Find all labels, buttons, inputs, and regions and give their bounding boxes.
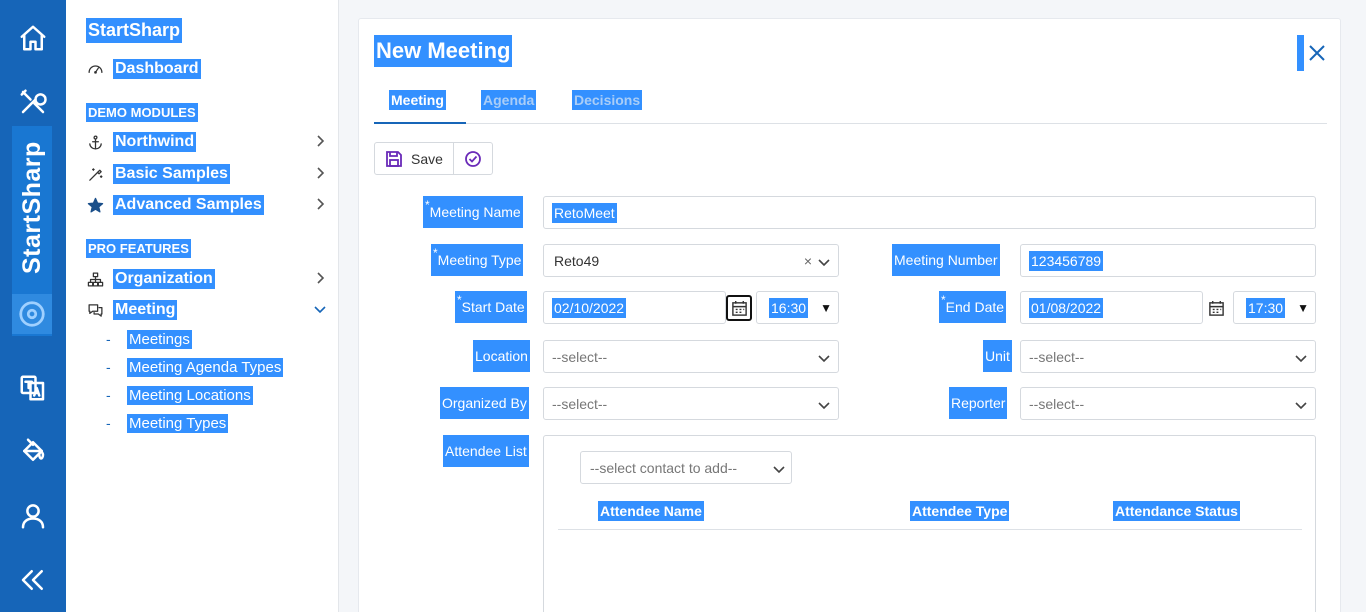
calendar-icon <box>731 300 747 316</box>
chevron-right-icon <box>313 134 327 148</box>
tab-agenda[interactable]: Agenda <box>481 89 537 124</box>
anchor-icon <box>84 131 106 153</box>
sidebar-subitem-meetings[interactable]: - Meetings <box>106 328 192 350</box>
sidebar-subitem-label: Meeting Types <box>127 413 229 433</box>
home-icon[interactable] <box>0 13 66 63</box>
user-icon[interactable] <box>0 491 66 541</box>
chevron-down-icon <box>773 462 785 478</box>
new-meeting-dialog: New Meeting Meeting Agenda Decisions Sav… <box>358 18 1341 612</box>
sidebar-item-meeting[interactable]: Meeting <box>84 298 329 322</box>
sidebar: StartSharp Dashboard DEMO MODULES Northw… <box>66 0 339 612</box>
sidebar-item-advanced-samples[interactable]: Advanced Samples <box>84 193 329 217</box>
attendee-list-panel: --select contact to add-- Attendee Name … <box>543 435 1316 612</box>
sidebar-item-label: Meeting <box>113 300 178 320</box>
location-label: Location <box>473 340 530 372</box>
brand-name: StartSharp <box>17 141 46 275</box>
chevron-down-icon <box>818 351 830 363</box>
dialog-title: New Meeting <box>374 35 513 67</box>
end-date-label: * End Date <box>939 291 1007 323</box>
sidebar-subitem-label: Meetings <box>127 329 192 349</box>
start-date-label: * Start Date <box>455 291 527 323</box>
chevron-down-icon <box>1295 351 1307 363</box>
start-time-select[interactable]: 16:30 ▼ <box>756 291 839 324</box>
magic-wand-icon <box>84 163 106 185</box>
clear-icon[interactable]: × <box>804 253 812 269</box>
apply-button[interactable] <box>452 143 492 174</box>
attendee-table-header: Attendee Name Attendee Type Attendance S… <box>558 498 1302 530</box>
tools-icon[interactable] <box>0 77 66 127</box>
meeting-name-label: * Meeting Name <box>423 196 523 228</box>
collapse-icon[interactable] <box>0 555 66 605</box>
chevron-down-icon <box>818 398 830 410</box>
meeting-number-label: Meeting Number <box>892 244 1000 276</box>
translate-icon[interactable] <box>0 363 66 413</box>
floppy-disk-icon <box>386 150 402 167</box>
toolbar: Save <box>374 142 493 175</box>
tab-decisions[interactable]: Decisions <box>572 89 643 124</box>
check-circle-icon <box>465 150 481 167</box>
sidebar-item-label: Basic Samples <box>113 164 230 184</box>
sidebar-subitem-label: Meeting Agenda Types <box>127 357 284 377</box>
organized-by-select[interactable]: --select-- <box>543 387 839 420</box>
icon-rail: StartSharp <box>0 0 66 612</box>
sidebar-item-label: Dashboard <box>113 59 201 79</box>
end-date-calendar-button[interactable] <box>1203 295 1229 321</box>
sidebar-title: StartSharp <box>86 18 183 43</box>
sidebar-subitem-label: Meeting Locations <box>127 385 253 405</box>
reporter-select[interactable]: --select-- <box>1020 387 1316 420</box>
sidebar-item-label: Advanced Samples <box>113 195 264 215</box>
column-attendee-name[interactable]: Attendee Name <box>598 501 704 521</box>
sidebar-item-label: Organization <box>113 269 215 289</box>
org-chart-icon <box>84 268 106 290</box>
gauge-icon <box>84 58 106 80</box>
meeting-number-input[interactable]: 123456789 <box>1020 244 1316 277</box>
save-button[interactable]: Save <box>375 143 453 174</box>
demo-modules-header: DEMO MODULES <box>86 103 198 122</box>
close-icon <box>1309 45 1325 61</box>
chevron-down-icon <box>1295 398 1307 410</box>
sidebar-item-northwind[interactable]: Northwind <box>84 130 329 154</box>
sidebar-subitem-meeting-types[interactable]: - Meeting Types <box>106 412 229 434</box>
brand-logo-icon <box>12 294 52 334</box>
chevron-right-icon <box>313 197 327 211</box>
column-attendee-type[interactable]: Attendee Type <box>910 501 1010 521</box>
sidebar-item-basic-samples[interactable]: Basic Samples <box>84 162 329 186</box>
sidebar-item-organization[interactable]: Organization <box>84 267 329 291</box>
sidebar-subitem-meeting-locations[interactable]: - Meeting Locations <box>106 384 253 406</box>
calendar-icon <box>1208 300 1224 316</box>
meeting-name-input[interactable]: RetoMeet <box>543 196 1316 229</box>
meeting-type-label: * Meeting Type <box>431 244 524 276</box>
unit-select[interactable]: --select-- <box>1020 340 1316 373</box>
chevron-right-icon <box>313 271 327 285</box>
end-date-input[interactable]: 01/08/2022 <box>1020 291 1203 324</box>
start-date-input[interactable]: 02/10/2022 <box>543 291 726 324</box>
chevron-down-icon <box>313 302 327 316</box>
sidebar-subitem-meeting-agenda-types[interactable]: - Meeting Agenda Types <box>106 356 284 378</box>
star-icon <box>84 194 106 216</box>
tab-bar: Meeting Agenda Decisions <box>374 89 1327 124</box>
close-button[interactable] <box>1297 35 1327 71</box>
paint-bucket-icon[interactable] <box>0 426 66 476</box>
sidebar-item-label: Northwind <box>113 132 197 152</box>
location-select[interactable]: --select-- <box>543 340 839 373</box>
chevron-down-icon <box>818 255 830 267</box>
chat-icon <box>84 299 106 321</box>
column-attendance-status[interactable]: Attendance Status <box>1113 501 1240 521</box>
pro-features-header: PRO FEATURES <box>86 239 191 258</box>
caret-down-icon: ▼ <box>1297 301 1309 315</box>
organized-by-label: Organized By <box>440 387 529 419</box>
unit-label: Unit <box>983 340 1012 372</box>
reporter-label: Reporter <box>949 387 1008 419</box>
end-time-select[interactable]: 17:30 ▼ <box>1233 291 1316 324</box>
attendee-list-label: Attendee List <box>443 435 529 467</box>
start-date-calendar-button[interactable] <box>726 295 752 321</box>
contact-select[interactable]: --select contact to add-- <box>580 451 792 484</box>
meeting-type-select[interactable]: Reto49 × <box>543 244 839 277</box>
chevron-right-icon <box>313 166 327 180</box>
tab-meeting[interactable]: Meeting <box>374 89 466 124</box>
brand-band: StartSharp <box>12 126 52 336</box>
save-label: Save <box>411 150 443 167</box>
caret-down-icon: ▼ <box>820 301 832 315</box>
sidebar-item-dashboard[interactable]: Dashboard <box>84 57 329 81</box>
